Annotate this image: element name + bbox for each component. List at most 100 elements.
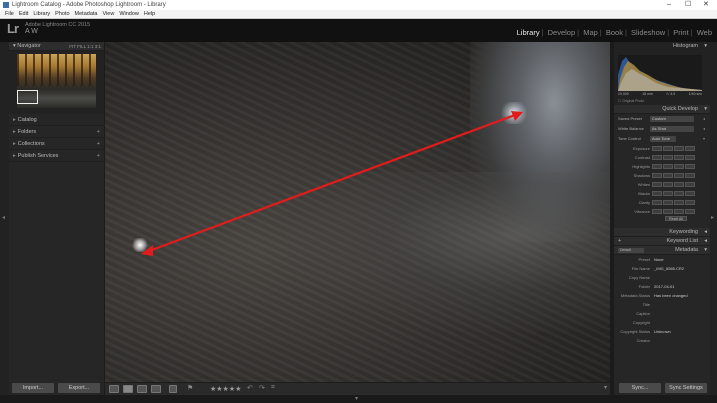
navigator-preview[interactable] (9, 51, 104, 114)
increase-small-button[interactable] (674, 164, 684, 169)
menu-metadata[interactable]: Metadata (75, 10, 98, 19)
section-catalog[interactable]: ▸ Catalog (9, 114, 104, 126)
menu-edit[interactable]: Edit (19, 10, 28, 19)
increase-small-button[interactable] (674, 200, 684, 205)
module-develop[interactable]: Develop (546, 28, 578, 37)
crop-icon[interactable]: ⌗ (271, 384, 275, 392)
metadata-header[interactable]: Default Metadata ▾ (614, 246, 710, 255)
right-panel-edge[interactable]: ▸ (710, 42, 717, 395)
decrease-small-button[interactable] (663, 200, 673, 205)
loupe-view-icon[interactable] (123, 385, 133, 393)
rotate-left-icon[interactable]: ↶ (247, 384, 253, 392)
decrease-large-button[interactable] (652, 164, 662, 169)
module-map[interactable]: Map (581, 28, 600, 37)
grid-view-icon[interactable] (109, 385, 119, 393)
left-panel-edge[interactable]: ◂ (0, 42, 9, 395)
increase-small-button[interactable] (674, 191, 684, 196)
keyword-list-header[interactable]: + Keyword List ◂ (614, 237, 710, 246)
menu-window[interactable]: Window (119, 10, 139, 19)
maximize-button[interactable]: ☐ (685, 0, 691, 10)
add-collection-icon[interactable]: + (97, 138, 100, 150)
filmstrip-edge[interactable]: ▾ (0, 395, 717, 403)
rating-stars[interactable]: ★★★★★ (210, 385, 241, 393)
navigator-header[interactable]: ▾ Navigator FIT FILL 1:1 3:1 (9, 42, 104, 51)
decrease-large-button[interactable] (652, 209, 662, 214)
keywording-header[interactable]: Keywording ◂ (614, 228, 710, 237)
section-publish-services[interactable]: ▸ Publish Services + (9, 150, 104, 162)
add-keyword-icon[interactable]: + (618, 237, 621, 246)
decrease-small-button[interactable] (663, 209, 673, 214)
menu-help[interactable]: Help (144, 10, 155, 19)
people-view-icon[interactable] (169, 385, 177, 393)
metadata-value[interactable]: 2017-04-01 (654, 282, 674, 291)
histogram-header[interactable]: Histogram ▾ (614, 42, 710, 51)
increase-large-button[interactable] (685, 146, 695, 151)
minimize-button[interactable]: – (667, 0, 671, 10)
saved-preset-select[interactable]: Custom (650, 116, 694, 122)
decrease-large-button[interactable] (652, 191, 662, 196)
collapse-right-icon[interactable]: ▸ (711, 214, 714, 221)
decrease-large-button[interactable] (652, 155, 662, 160)
decrease-large-button[interactable] (652, 173, 662, 178)
close-button[interactable]: ✕ (703, 0, 709, 10)
decrease-small-button[interactable] (663, 173, 673, 178)
decrease-small-button[interactable] (663, 182, 673, 187)
quick-develop-header[interactable]: Quick Develop ▾ (614, 105, 710, 114)
menu-file[interactable]: File (5, 10, 14, 19)
module-print[interactable]: Print (671, 28, 690, 37)
module-slideshow[interactable]: Slideshow (629, 28, 667, 37)
sync-button[interactable]: Sync... (619, 383, 661, 393)
auto-tone-button[interactable]: Auto Tone (650, 136, 676, 142)
increase-large-button[interactable] (685, 164, 695, 169)
module-web[interactable]: Web (695, 28, 714, 37)
collapse-left-icon[interactable]: ◂ (2, 214, 5, 221)
decrease-small-button[interactable] (663, 191, 673, 196)
decrease-small-button[interactable] (663, 155, 673, 160)
increase-large-button[interactable] (685, 209, 695, 214)
decrease-small-button[interactable] (663, 164, 673, 169)
decrease-large-button[interactable] (652, 146, 662, 151)
export-button[interactable]: Export... (58, 383, 100, 393)
section-folders[interactable]: ▸ Folders + (9, 126, 104, 138)
loupe-photo[interactable] (105, 42, 610, 382)
increase-small-button[interactable] (674, 182, 684, 187)
increase-small-button[interactable] (674, 146, 684, 151)
module-book[interactable]: Book (604, 28, 625, 37)
white-balance-select[interactable]: As Shot (650, 126, 694, 132)
increase-small-button[interactable] (674, 173, 684, 178)
section-collections[interactable]: ▸ Collections + (9, 138, 104, 150)
add-publish-icon[interactable]: + (97, 150, 100, 162)
increase-large-button[interactable] (685, 155, 695, 160)
metadata-value[interactable]: _IMG_6565.CR2 (654, 264, 684, 273)
original-photo-checkbox[interactable]: ☐ Original Photo (618, 99, 644, 103)
metadata-preset-select[interactable]: Default (618, 248, 644, 253)
increase-large-button[interactable] (685, 191, 695, 196)
toolbar-menu-icon[interactable]: ▾ (604, 384, 607, 391)
navigator-zoom-box[interactable] (17, 90, 38, 104)
navigator-zoom-options[interactable]: FIT FILL 1:1 3:1 (69, 42, 101, 51)
metadata-value[interactable]: None (654, 255, 664, 264)
survey-view-icon[interactable] (151, 385, 161, 393)
metadata-value[interactable]: Has been changed (654, 291, 688, 300)
compare-view-icon[interactable] (137, 385, 147, 393)
decrease-small-button[interactable] (663, 146, 673, 151)
increase-large-button[interactable] (685, 182, 695, 187)
decrease-large-button[interactable] (652, 182, 662, 187)
sync-settings-button[interactable]: Sync Settings (665, 383, 707, 393)
collapse-filmstrip-icon[interactable]: ▾ (355, 395, 358, 402)
metadata-value[interactable]: Unknown (654, 327, 671, 336)
menu-library[interactable]: Library (33, 10, 50, 19)
flag-icon[interactable]: ⚑ (187, 384, 193, 392)
add-folder-icon[interactable]: + (97, 126, 100, 138)
increase-small-button[interactable] (674, 209, 684, 214)
decrease-large-button[interactable] (652, 200, 662, 205)
rotate-right-icon[interactable]: ↷ (259, 384, 265, 392)
increase-large-button[interactable] (685, 173, 695, 178)
import-button[interactable]: Import... (12, 383, 54, 393)
reset-all-button[interactable]: Reset All (665, 216, 687, 221)
menu-view[interactable]: View (102, 10, 114, 19)
menu-photo[interactable]: Photo (55, 10, 69, 19)
increase-large-button[interactable] (685, 200, 695, 205)
increase-small-button[interactable] (674, 155, 684, 160)
module-library[interactable]: Library (515, 28, 542, 37)
